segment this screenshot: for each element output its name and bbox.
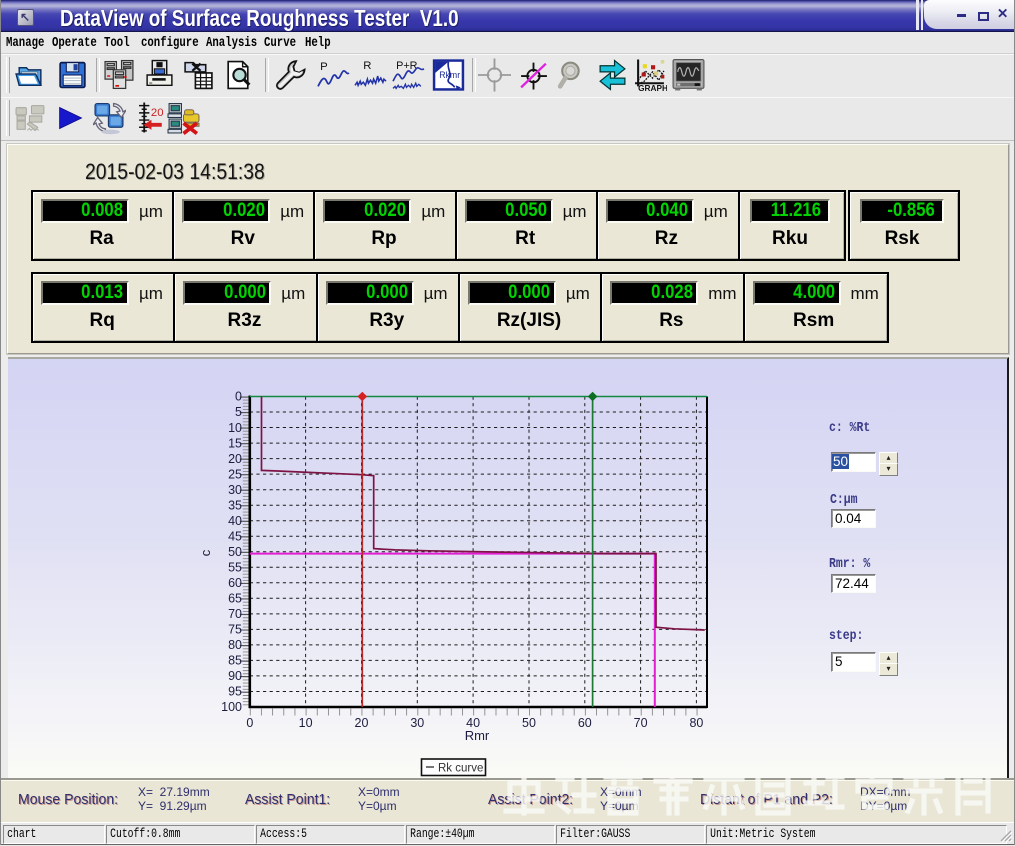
svg-text:80: 80 bbox=[689, 716, 703, 730]
svg-text:30: 30 bbox=[228, 483, 242, 497]
svg-text:20: 20 bbox=[228, 452, 242, 466]
svg-text:Rkmr: Rkmr bbox=[439, 70, 460, 80]
svg-text:70: 70 bbox=[634, 716, 648, 730]
svg-text:20: 20 bbox=[151, 107, 164, 119]
svg-text:50: 50 bbox=[228, 545, 242, 559]
svg-text:20: 20 bbox=[355, 716, 369, 730]
svg-text:0: 0 bbox=[246, 716, 253, 730]
svg-text:25: 25 bbox=[228, 467, 242, 481]
svg-text:10: 10 bbox=[299, 716, 313, 730]
svg-text:80: 80 bbox=[228, 638, 242, 652]
svg-text:R: R bbox=[363, 60, 371, 72]
svg-text:5: 5 bbox=[235, 405, 242, 419]
svg-text:90: 90 bbox=[228, 669, 242, 683]
svg-text:50: 50 bbox=[522, 716, 536, 730]
svg-text:Rk curve: Rk curve bbox=[438, 763, 483, 775]
svg-text:65: 65 bbox=[228, 592, 242, 606]
svg-text:95: 95 bbox=[228, 685, 242, 699]
svg-text:c: c bbox=[198, 549, 213, 556]
svg-text:P: P bbox=[320, 61, 328, 73]
svg-text:75: 75 bbox=[228, 623, 242, 637]
svg-text:85: 85 bbox=[228, 654, 242, 668]
svg-text:35: 35 bbox=[228, 498, 242, 512]
svg-text:30: 30 bbox=[410, 716, 424, 730]
svg-text:60: 60 bbox=[228, 576, 242, 590]
svg-text:15: 15 bbox=[228, 436, 242, 450]
svg-text:55: 55 bbox=[228, 561, 242, 575]
svg-text:70: 70 bbox=[228, 607, 242, 621]
svg-text:60: 60 bbox=[578, 716, 592, 730]
svg-text:Rmr: Rmr bbox=[465, 728, 490, 743]
svg-text:0: 0 bbox=[235, 390, 242, 404]
svg-text:GRAPH: GRAPH bbox=[638, 84, 667, 92]
svg-text:40: 40 bbox=[228, 514, 242, 528]
svg-text:45: 45 bbox=[228, 529, 242, 543]
svg-text:10: 10 bbox=[228, 421, 242, 435]
svg-text:100: 100 bbox=[221, 700, 242, 714]
